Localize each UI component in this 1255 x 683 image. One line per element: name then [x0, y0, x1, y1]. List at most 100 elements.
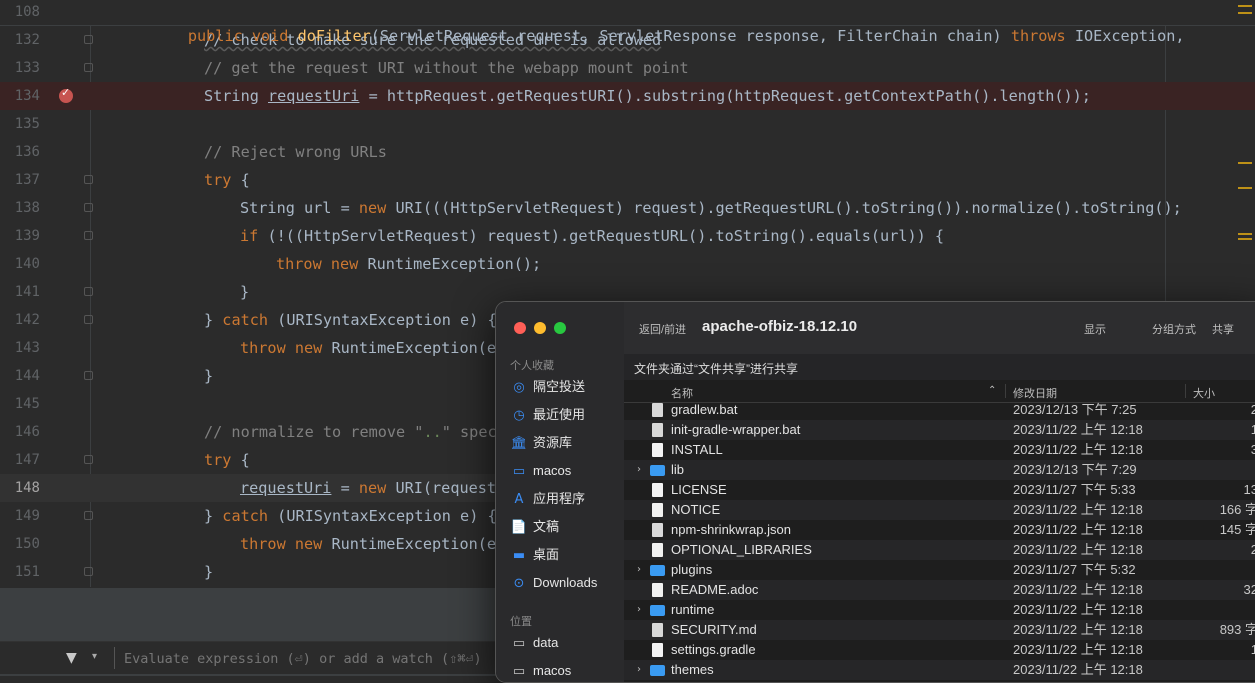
line-number[interactable]: 133 — [0, 54, 40, 82]
file-row[interactable]: npm-shrinkwrap.json 2023/11/22 上午 12:18 14… — [624, 520, 1255, 540]
line-number[interactable]: 139 — [0, 222, 40, 250]
line-number[interactable]: 141 — [0, 278, 40, 306]
code-text: } catch (URISyntaxException e) { — [204, 502, 497, 530]
code-line[interactable]: 136 // Reject wrong URLs — [0, 138, 1255, 166]
disclosure-triangle-icon[interactable]: › — [637, 660, 641, 680]
fold-marker-icon[interactable] — [84, 63, 93, 72]
line-number[interactable]: 145 — [0, 390, 40, 418]
file-row[interactable]: OPTIONAL_LIBRARIES 2023/11/22 上午 12:18 2 — [624, 540, 1255, 560]
warning-stripe-marker[interactable] — [1238, 238, 1252, 240]
column-name[interactable]: 名称 — [671, 385, 693, 401]
fold-marker-icon[interactable] — [84, 203, 93, 212]
code-line[interactable]: 137 try { — [0, 166, 1255, 194]
library-icon: 🏛 — [510, 436, 528, 451]
sidebar-item[interactable]: ▭ data — [510, 632, 620, 654]
airdrop-icon: ◎ — [513, 380, 525, 395]
fold-marker-icon[interactable] — [84, 287, 93, 296]
disclosure-triangle-icon[interactable]: › — [637, 560, 641, 580]
folder-row[interactable]: › lib 2023/12/13 下午 7:29 — [624, 460, 1255, 480]
line-number[interactable]: 138 — [0, 194, 40, 222]
close-window-button[interactable] — [514, 322, 526, 334]
code-line[interactable]: 140 throw new RuntimeException(); — [0, 250, 1255, 278]
code-line[interactable]: 139 if (!((HttpServletRequest) request).g… — [0, 222, 1255, 250]
code-line[interactable]: 135 — [0, 110, 1255, 138]
file-row[interactable]: LICENSE 2023/11/27 下午 5:33 13 — [624, 480, 1255, 500]
file-row[interactable]: README.adoc 2023/11/22 上午 12:18 32 — [624, 580, 1255, 600]
code-line[interactable]: 134 String requestUri = httpRequest.getRe… — [0, 82, 1255, 110]
warning-stripe-marker[interactable] — [1238, 162, 1252, 164]
code-token: try — [204, 451, 241, 469]
line-number[interactable]: 132 — [0, 26, 40, 54]
document-icon: 📄 — [510, 520, 528, 535]
sidebar-item[interactable]: ⊙ Downloads — [510, 572, 620, 594]
sidebar-item[interactable]: 📄 文稿 — [510, 516, 620, 538]
file-row[interactable]: settings.gradle 2023/11/22 上午 12:18 1 — [624, 640, 1255, 660]
evaluate-expression-input[interactable] — [122, 648, 486, 670]
column-divider[interactable] — [1185, 384, 1186, 398]
file-row[interactable]: gradlew.bat 2023/12/13 下午 7:25 2 — [624, 400, 1255, 420]
line-number[interactable]: 146 — [0, 418, 40, 446]
view-button[interactable]: 显示 — [1084, 321, 1106, 337]
sticky-header: 108 public void doFilter(ServletRequest … — [0, 0, 1255, 45]
folder-row[interactable]: › themes 2023/11/22 上午 12:18 — [624, 660, 1255, 680]
line-number[interactable]: 134 — [0, 82, 40, 110]
chevron-down-icon[interactable]: ▾ — [92, 651, 97, 662]
line-number[interactable]: 144 — [0, 362, 40, 390]
file-row[interactable]: init-gradle-wrapper.bat 2023/11/22 上午 12:… — [624, 420, 1255, 440]
fold-marker-icon[interactable] — [84, 175, 93, 184]
filter-icon[interactable]: ▼ — [66, 650, 77, 666]
line-number[interactable]: 148 — [0, 474, 40, 502]
line-number[interactable]: 147 — [0, 446, 40, 474]
line-number[interactable]: 136 — [0, 138, 40, 166]
code-token: RuntimeException(e — [331, 535, 497, 553]
divider — [114, 647, 115, 669]
file-row[interactable]: NOTICE 2023/11/22 上午 12:18 166 字 — [624, 500, 1255, 520]
file-row[interactable]: INSTALL 2023/11/22 上午 12:18 3 — [624, 440, 1255, 460]
sort-ascending-icon[interactable]: ⌃ — [988, 385, 996, 396]
sidebar-item[interactable]: 🏛 资源库 — [510, 432, 620, 454]
share-button[interactable]: 共享 — [1212, 321, 1234, 337]
folder-row[interactable]: › plugins 2023/11/27 下午 5:32 — [624, 560, 1255, 580]
warning-stripe-marker[interactable] — [1238, 187, 1252, 189]
sidebar-item[interactable]: ◎ 隔空投送 — [510, 376, 620, 398]
fold-marker-icon[interactable] — [84, 455, 93, 464]
line-number[interactable]: 151 — [0, 558, 40, 586]
error-stripe-marker[interactable] — [1238, 5, 1252, 7]
sidebar-item[interactable]: ▭ macos — [510, 460, 620, 482]
sidebar-item[interactable]: A 应用程序 — [510, 488, 620, 510]
fold-marker-icon[interactable] — [84, 231, 93, 240]
file-icon — [652, 503, 663, 517]
disclosure-triangle-icon[interactable]: › — [637, 460, 641, 480]
line-number[interactable]: 149 — [0, 502, 40, 530]
disclosure-triangle-icon[interactable]: › — [637, 600, 641, 620]
fold-marker-icon[interactable] — [84, 511, 93, 520]
file-row[interactable]: SECURITY.md 2023/11/22 上午 12:18 893 字 — [624, 620, 1255, 640]
fold-marker-icon[interactable] — [84, 35, 93, 44]
fold-marker-icon[interactable] — [84, 371, 93, 380]
line-number[interactable]: 140 — [0, 250, 40, 278]
sidebar-item[interactable]: ▭ macos — [510, 660, 620, 682]
line-number[interactable]: 135 — [0, 110, 40, 138]
line-number[interactable]: 150 — [0, 530, 40, 558]
code-line[interactable]: 138 String url = new URI(((HttpServletReq… — [0, 194, 1255, 222]
sidebar-item[interactable]: ◷ 最近使用 — [510, 404, 620, 426]
sidebar-item[interactable]: ▬ 桌面 — [510, 544, 620, 566]
line-number[interactable]: 143 — [0, 334, 40, 362]
error-stripe-marker[interactable] — [1238, 12, 1252, 14]
column-divider[interactable] — [1005, 384, 1006, 398]
minimize-window-button[interactable] — [534, 322, 546, 334]
folder-row[interactable]: › runtime 2023/11/22 上午 12:18 — [624, 600, 1255, 620]
fold-marker-icon[interactable] — [84, 315, 93, 324]
zoom-window-button[interactable] — [554, 322, 566, 334]
finder-window[interactable]: 个人收藏 ◎ 隔空投送 ◷ 最近使用 🏛 资源库 ▭ macos A 应用程序 📄 文稿 ▬ 桌面 ⊙ Dow… — [495, 301, 1255, 683]
line-number[interactable]: 142 — [0, 306, 40, 334]
column-date[interactable]: 修改日期 — [1013, 385, 1057, 401]
column-size[interactable]: 大小 — [1193, 385, 1215, 401]
code-token: new — [358, 479, 396, 497]
warning-stripe-marker[interactable] — [1238, 233, 1252, 235]
line-number[interactable]: 137 — [0, 166, 40, 194]
fold-marker-icon[interactable] — [84, 567, 93, 576]
breakpoint-icon[interactable] — [59, 86, 73, 103]
group-by-button[interactable]: 分组方式 — [1152, 321, 1196, 337]
back-forward-button[interactable]: 返回/前进 — [639, 321, 686, 337]
